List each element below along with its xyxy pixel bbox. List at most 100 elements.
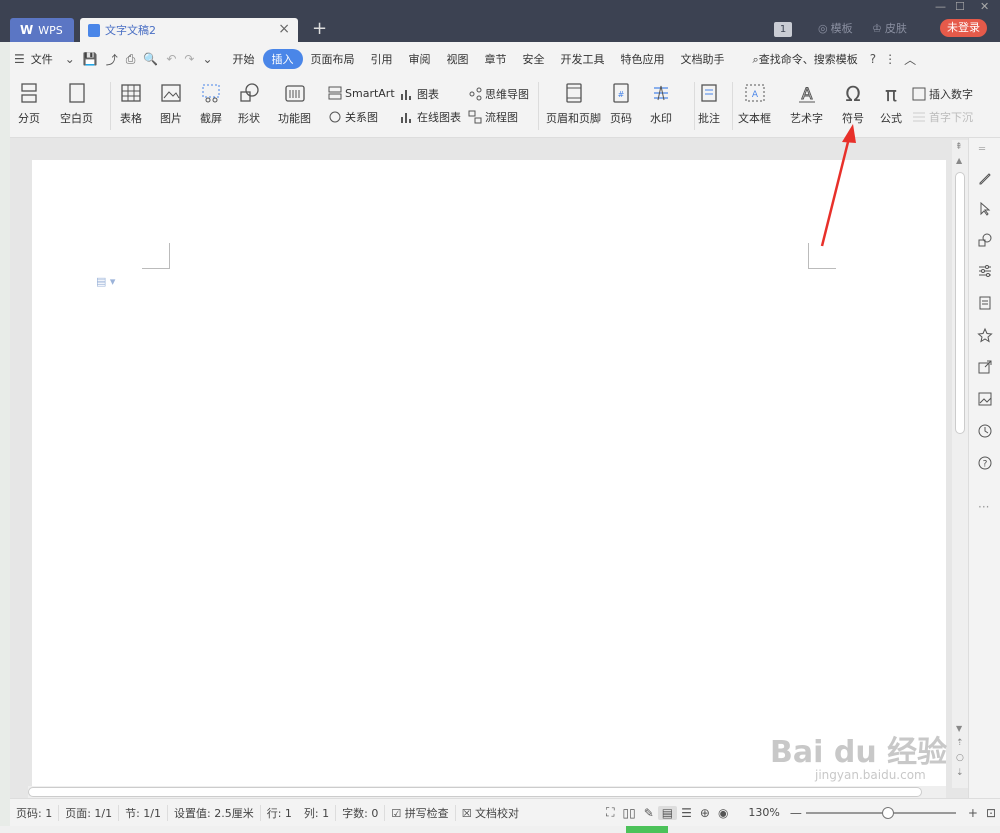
insert-number-button[interactable]: 插入数字 — [912, 86, 973, 102]
relation-button[interactable]: 关系图 — [328, 109, 378, 125]
comment-button[interactable]: 批注 — [698, 82, 720, 126]
pen-icon[interactable] — [977, 170, 993, 186]
shape-button[interactable]: 形状 — [238, 82, 260, 126]
menu-security[interactable]: 安全 — [515, 51, 553, 67]
status-page[interactable]: 页码: 1 — [10, 804, 60, 821]
wps-home-tab[interactable]: W WPS — [10, 18, 74, 42]
web-view-icon[interactable]: ⊕ — [696, 806, 714, 820]
tab-count-badge[interactable]: 1 — [774, 22, 792, 37]
read-mode-icon[interactable]: ▯▯ — [618, 806, 639, 820]
print-icon[interactable]: ⎙ — [122, 52, 140, 67]
chevron-down-icon[interactable]: ⌄ — [61, 52, 79, 66]
menu-insert[interactable]: 插入 — [262, 49, 303, 69]
minimize-icon[interactable]: — — [935, 0, 946, 13]
scroll-top-icon[interactable]: ⇞ — [955, 142, 963, 152]
header-footer-button[interactable]: 页眉和页脚 — [546, 82, 601, 126]
redo-icon[interactable]: ↷ — [180, 52, 198, 66]
save-icon[interactable]: 💾 — [79, 52, 102, 66]
drop-cap-button[interactable]: 首字下沉 — [912, 109, 973, 125]
customize-icon[interactable]: ⌄ — [198, 52, 216, 66]
more-icon[interactable]: ⋮ — [880, 52, 900, 66]
page-view-icon[interactable]: ▤ — [657, 805, 678, 820]
status-row[interactable]: 行: 1 — [261, 805, 298, 821]
file-menu[interactable]: 文件 — [29, 51, 61, 67]
document-library-icon[interactable] — [977, 295, 993, 311]
menu-chapter[interactable]: 章节 — [477, 51, 515, 67]
formula-button[interactable]: π 公式 — [880, 82, 902, 126]
print-preview-icon[interactable]: 🔍 — [139, 52, 162, 66]
horizontal-scroll-thumb[interactable] — [28, 787, 922, 797]
wordart-button[interactable]: A 艺术字 — [790, 82, 823, 126]
collapse-icon[interactable]: ︿ — [900, 51, 920, 68]
zoom-slider[interactable] — [805, 806, 956, 819]
watermark-button[interactable]: 水印 — [650, 82, 672, 126]
sliders-icon[interactable] — [977, 263, 993, 279]
menu-review[interactable]: 审阅 — [401, 51, 439, 67]
history-icon[interactable] — [977, 423, 993, 439]
textbox-button[interactable]: A 文本框 — [738, 82, 771, 126]
close-tab-icon[interactable]: × — [278, 21, 290, 37]
table-button[interactable]: 表格 — [120, 82, 142, 126]
chart-button[interactable]: 图表 — [400, 86, 439, 102]
login-button[interactable]: 未登录 — [940, 19, 987, 37]
vertical-scroll-thumb[interactable] — [955, 172, 965, 434]
cursor-icon[interactable] — [977, 201, 993, 217]
status-words[interactable]: 字数: 0 — [336, 804, 386, 821]
maximize-icon[interactable]: ☐ — [955, 0, 965, 13]
document-tab[interactable]: 文字文稿2 × — [80, 18, 298, 42]
hamburger-icon[interactable]: ☰ — [10, 52, 29, 66]
mindmap-button[interactable]: 思维导图 — [468, 86, 529, 102]
search-command[interactable]: ⌕查找命令、搜索模板 — [745, 51, 866, 67]
status-col[interactable]: 列: 1 — [298, 804, 337, 821]
menu-features[interactable]: 特色应用 — [613, 51, 673, 67]
menu-view[interactable]: 视图 — [439, 51, 477, 67]
status-section[interactable]: 节: 1/1 — [119, 804, 169, 821]
menu-reference[interactable]: 引用 — [363, 51, 401, 67]
outline-view-icon[interactable]: ☰ — [677, 806, 696, 820]
next-page-icon[interactable]: ⇣ — [956, 768, 964, 778]
menu-start[interactable]: 开始 — [225, 51, 263, 67]
edit-pen-icon[interactable]: ✎ — [640, 806, 658, 820]
zoom-level[interactable]: 130% — [742, 806, 785, 819]
export-icon[interactable]: ⤴ — [102, 51, 122, 68]
flowchart-button[interactable]: 流程图 — [468, 109, 518, 125]
menu-layout[interactable]: 页面布局 — [303, 51, 363, 67]
scroll-up-icon[interactable]: ▲ — [956, 156, 962, 165]
template-button[interactable]: ◎ 模板 — [818, 20, 853, 36]
skin-button[interactable]: ♔ 皮肤 — [872, 20, 907, 36]
prev-page-icon[interactable]: ⇡ — [956, 738, 964, 748]
zoom-slider-handle[interactable] — [881, 806, 894, 819]
shapes-icon[interactable] — [977, 232, 993, 248]
fullscreen-icon[interactable]: ⛶ — [602, 805, 618, 820]
spell-check-button[interactable]: ☑ 拼写检查 — [385, 804, 456, 821]
new-tab-icon[interactable]: + — [312, 18, 327, 39]
help-icon[interactable]: ? — [866, 52, 880, 66]
undo-icon[interactable]: ↶ — [162, 52, 180, 66]
online-chart-button[interactable]: 在线图表 — [400, 109, 461, 125]
menu-assistant[interactable]: 文档助手 — [673, 51, 733, 67]
function-chart-button[interactable]: 功能图 — [278, 82, 311, 126]
help-circle-icon[interactable]: ? — [977, 455, 993, 471]
image-icon[interactable] — [977, 391, 993, 407]
proof-button[interactable]: ☒ 文档校对 — [456, 805, 525, 821]
menu-developer[interactable]: 开发工具 — [553, 51, 613, 67]
close-window-icon[interactable]: ✕ — [980, 0, 989, 13]
scroll-down-icon[interactable]: ▼ — [956, 724, 962, 733]
paragraph-icon[interactable]: ▤ ▾ — [96, 275, 115, 288]
zoom-out-icon[interactable]: — — [786, 806, 806, 820]
blank-page-button[interactable]: 空白页 — [60, 82, 93, 126]
star-icon[interactable] — [977, 327, 993, 343]
page-number-button[interactable]: # 页码 — [610, 82, 632, 126]
picture-button[interactable]: 图片 — [160, 82, 182, 126]
smartart-button[interactable]: SmartArt — [328, 86, 395, 100]
eye-protect-icon[interactable]: ◉ — [714, 806, 732, 820]
select-browse-icon[interactable]: ○ — [956, 753, 964, 763]
fit-page-icon[interactable]: ⊡ — [982, 806, 1000, 820]
status-pages[interactable]: 页面: 1/1 — [59, 804, 120, 821]
share-icon[interactable] — [977, 359, 993, 375]
panel-grip-icon[interactable]: ═ — [979, 144, 985, 155]
zoom-in-icon[interactable]: + — [964, 806, 982, 820]
screenshot-button[interactable]: 截屏 — [200, 82, 222, 126]
status-setting[interactable]: 设置值: 2.5厘米 — [168, 804, 261, 821]
page-break-button[interactable]: 分页 — [18, 82, 40, 126]
